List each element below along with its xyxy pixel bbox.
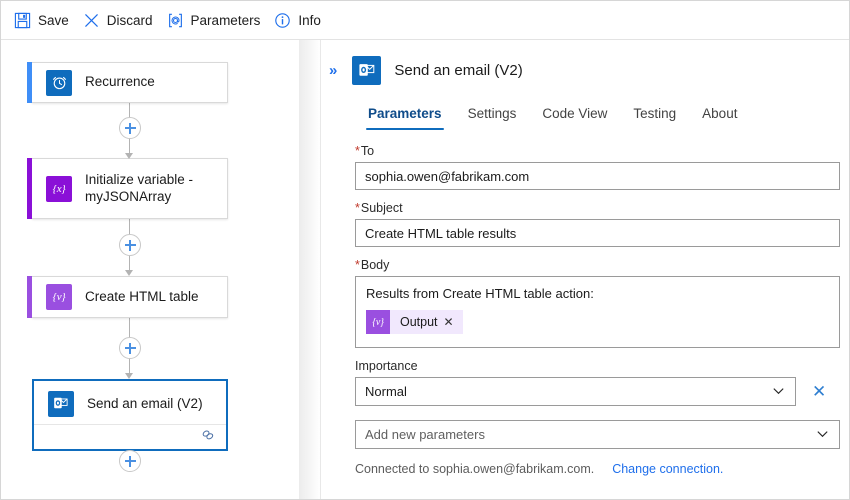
body-label-text: Body xyxy=(361,258,390,272)
importance-label: Importance xyxy=(355,359,843,373)
info-button[interactable]: Info xyxy=(271,5,332,35)
body-text: Results from Create HTML table action: xyxy=(366,286,829,301)
tab-parameters[interactable]: Parameters xyxy=(355,102,455,130)
close-x-icon xyxy=(83,12,100,29)
save-button[interactable]: Save xyxy=(11,5,80,35)
outlook-icon xyxy=(352,56,381,85)
node-accent-bar xyxy=(27,276,32,318)
field-to: *To sophia.owen@fabrikam.com xyxy=(355,144,843,190)
tab-settings[interactable]: Settings xyxy=(455,102,530,130)
connector-arrow xyxy=(125,373,133,379)
add-step-after-create-html-table[interactable] xyxy=(119,337,141,359)
field-add-parameters: Add new parameters xyxy=(355,420,843,449)
to-label-text: To xyxy=(361,144,374,158)
required-asterisk: * xyxy=(355,201,360,215)
importance-value: Normal xyxy=(365,384,407,399)
subject-label: *Subject xyxy=(355,201,843,215)
discard-button[interactable]: Discard xyxy=(80,5,164,35)
variable-braces-x-icon: {x} xyxy=(46,176,72,202)
variable-braces-v-icon: {v} xyxy=(46,284,72,310)
tab-about[interactable]: About xyxy=(689,102,750,130)
add-step-after-recurrence[interactable] xyxy=(119,117,141,139)
field-subject: *Subject Create HTML table results xyxy=(355,201,843,247)
node-accent-bar xyxy=(27,158,32,219)
link-chain-icon[interactable] xyxy=(200,427,216,448)
add-step-after-send-an-email[interactable] xyxy=(119,450,141,472)
node-accent-bar xyxy=(27,62,32,103)
required-asterisk: * xyxy=(355,258,360,272)
clear-importance-button[interactable]: ✕ xyxy=(810,383,828,400)
tab-testing[interactable]: Testing xyxy=(620,102,689,130)
node-label: Send an email (V2) xyxy=(87,396,203,413)
subject-input[interactable]: Create HTML table results xyxy=(355,219,840,247)
node-label: Create HTML table xyxy=(85,289,199,306)
workflow-node-send-an-email[interactable]: Send an email (V2) xyxy=(32,379,228,451)
field-body: *Body Results from Create HTML table act… xyxy=(355,258,843,348)
connection-status: Connected to sophia.owen@fabrikam.com. C… xyxy=(355,462,843,476)
parameters-bracket-at-icon xyxy=(167,12,184,29)
save-label: Save xyxy=(38,13,69,28)
info-label: Info xyxy=(298,13,321,28)
logic-app-designer: Save Discard Parameters xyxy=(0,0,850,500)
command-toolbar: Save Discard Parameters xyxy=(1,1,850,40)
remove-token-button[interactable]: ✕ xyxy=(444,316,463,328)
parameters-button[interactable]: Parameters xyxy=(164,5,272,35)
to-input[interactable]: sophia.owen@fabrikam.com xyxy=(355,162,840,190)
add-step-after-initialize-variable[interactable] xyxy=(119,234,141,256)
subject-label-text: Subject xyxy=(361,201,403,215)
workflow-canvas: Recurrence {x} Initialize variable - myJ… xyxy=(1,40,299,500)
body-editor[interactable]: Results from Create HTML table action: {… xyxy=(355,276,840,348)
workflow-node-recurrence[interactable]: Recurrence xyxy=(32,62,228,103)
connector-arrow xyxy=(125,270,133,276)
tab-code-view[interactable]: Code View xyxy=(529,102,620,130)
parameters-label: Parameters xyxy=(191,13,261,28)
pane-tabs: Parameters Settings Code View Testing Ab… xyxy=(321,102,850,130)
node-footer xyxy=(34,424,226,449)
info-circle-icon xyxy=(274,12,291,29)
field-importance: Importance Normal ✕ xyxy=(355,359,843,406)
add-new-parameters-placeholder: Add new parameters xyxy=(365,427,485,442)
connection-text: Connected to sophia.owen@fabrikam.com. xyxy=(355,462,594,476)
workflow-node-create-html-table[interactable]: {v} Create HTML table xyxy=(32,276,228,318)
outlook-icon xyxy=(48,391,74,417)
dynamic-content-token[interactable]: {v} Output ✕ xyxy=(366,310,463,334)
parameters-form: *To sophia.owen@fabrikam.com *Subject Cr… xyxy=(321,130,850,476)
page-title: Send an email (V2) xyxy=(394,62,522,79)
workflow-node-initialize-variable[interactable]: {x} Initialize variable - myJSONArray xyxy=(32,158,228,219)
clock-alarm-icon xyxy=(46,70,72,96)
chevron-down-icon xyxy=(771,383,786,401)
panel-divider xyxy=(299,40,321,500)
collapse-pane-button[interactable]: » xyxy=(326,61,339,80)
variable-braces-v-icon: {v} xyxy=(366,310,390,334)
save-icon xyxy=(14,12,31,29)
chevron-down-icon xyxy=(815,426,830,444)
discard-label: Discard xyxy=(107,13,153,28)
change-connection-link[interactable]: Change connection. xyxy=(612,462,723,476)
token-label: Output xyxy=(390,315,444,329)
node-label: Recurrence xyxy=(85,74,155,91)
to-label: *To xyxy=(355,144,843,158)
node-label: Initialize variable - myJSONArray xyxy=(85,172,213,206)
pane-header: » Send an email (V2) xyxy=(321,40,850,85)
required-asterisk: * xyxy=(355,144,360,158)
connector-arrow xyxy=(125,153,133,159)
action-details-pane: » Send an email (V2) Parameters Settings… xyxy=(321,40,850,500)
importance-row: Normal ✕ xyxy=(355,377,843,406)
add-new-parameters-select[interactable]: Add new parameters xyxy=(355,420,840,449)
importance-select[interactable]: Normal xyxy=(355,377,796,406)
body-label: *Body xyxy=(355,258,843,272)
